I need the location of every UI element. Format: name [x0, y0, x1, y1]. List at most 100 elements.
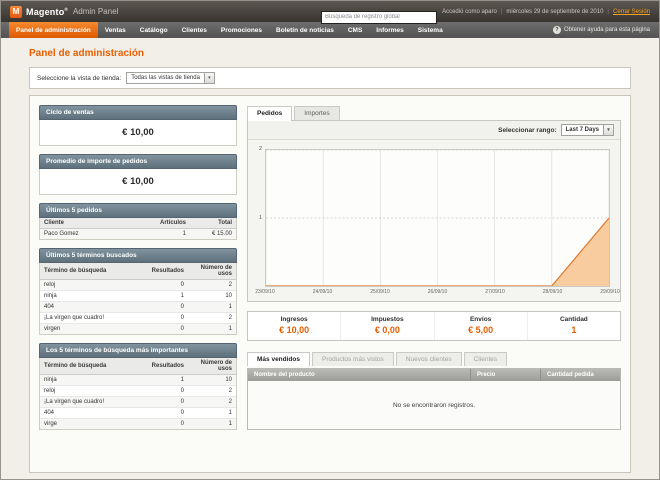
tab-label: Clientes — [474, 356, 497, 363]
logout-link[interactable]: Cerrar Sesión — [613, 9, 650, 15]
chart-y-labels: 12 — [252, 149, 265, 287]
store-view-value: Todas las vistas de tienda — [127, 75, 204, 81]
nav-item[interactable]: CMS — [341, 22, 369, 38]
stat-card: Cantidad 1 — [527, 312, 620, 340]
cell-results: 0 — [148, 419, 188, 430]
table-row[interactable]: Paco Gomez 1 € 15.00 — [40, 229, 236, 240]
chart-plot-wrap: 23/09/1024/09/1025/09/1026/09/1027/09/10… — [265, 149, 610, 298]
stat-card: Envíos € 5,00 — [434, 312, 527, 340]
help-icon: ? — [553, 26, 561, 34]
column-header-term: Término de búsqueda — [40, 358, 148, 375]
table-row[interactable]: 404 0 1 — [40, 408, 236, 419]
x-axis-label: 28/09/10 — [543, 289, 562, 295]
nav-item[interactable]: Informes — [369, 22, 410, 38]
cell-uses: 1 — [188, 302, 236, 313]
table-row[interactable]: virge 0 1 — [40, 419, 236, 430]
nav-item[interactable]: Panel de administración — [9, 22, 98, 38]
global-search-input[interactable] — [321, 11, 437, 24]
grid-tab[interactable]: Clientes — [464, 352, 507, 366]
stat-label: Cantidad — [528, 316, 620, 323]
help-link[interactable]: ? Obtener ayuda para esta página — [553, 22, 659, 38]
tab-label: Pedidos — [257, 110, 282, 117]
nav-item-label: CMS — [348, 27, 362, 34]
x-axis-label: 26/09/10 — [428, 289, 447, 295]
table-row[interactable]: 404 0 1 — [40, 302, 236, 313]
tab-label: Nuevos clientes — [406, 356, 452, 363]
nav-item[interactable]: Promociones — [214, 22, 269, 38]
cell-uses: 2 — [188, 386, 236, 397]
cell-results: 1 — [148, 291, 188, 302]
average-order-value: € 10,00 — [40, 169, 236, 194]
cell-total: € 15.00 — [190, 229, 236, 240]
orders-chart-panel: Seleccionar rango: Last 7 Days ▾ 12 23/0… — [247, 120, 621, 302]
sales-cycle-title: Ciclo de ventas — [39, 105, 237, 120]
grid-tab[interactable]: Más vendidos — [247, 352, 310, 366]
store-view-select[interactable]: Todas las vistas de tienda ▾ — [126, 72, 215, 84]
cell-results: 0 — [148, 324, 188, 335]
y-axis-label: 2 — [259, 146, 262, 152]
last-search-terms-box: Últimos 5 términos buscados Término de b… — [39, 248, 237, 335]
grid-tab[interactable]: Nuevos clientes — [396, 352, 462, 366]
nav-item[interactable]: Ventas — [98, 22, 133, 38]
range-label: Seleccionar rango: — [498, 127, 557, 134]
grid-tabs: Más vendidos Productos más vistos Nuevos… — [247, 352, 621, 366]
cell-uses: 1 — [188, 408, 236, 419]
table-row[interactable]: ninja 1 10 — [40, 375, 236, 386]
cell-uses: 10 — [188, 291, 236, 302]
last-orders-title: Últimos 5 pedidos — [39, 203, 237, 218]
grid-empty-message: No se encontraron registros. — [248, 381, 620, 429]
table-row[interactable]: reloj 0 2 — [40, 280, 236, 291]
column-header-results: Resultados — [148, 358, 188, 375]
cell-term: ninja — [40, 375, 148, 386]
table-row[interactable]: ¡La virgen que cuadro! 0 2 — [40, 397, 236, 408]
x-axis-label: 24/09/10 — [313, 289, 332, 295]
column-header-uses: Número de usos — [188, 263, 236, 280]
cell-results: 0 — [148, 302, 188, 313]
separator: | — [607, 9, 609, 15]
grid-column-product: Nombre del producto — [248, 369, 470, 381]
table-row[interactable]: ninja 1 10 — [40, 291, 236, 302]
dashboard-left-column: Ciclo de ventas € 10,00 Promedio de impo… — [39, 105, 237, 463]
x-axis-label: 29/09/10 — [600, 289, 619, 295]
cell-uses: 10 — [188, 375, 236, 386]
magento-logo: M Magento® Admin Panel — [10, 6, 118, 18]
chart-x-labels: 23/09/1024/09/1025/09/1026/09/1027/09/10… — [265, 289, 610, 298]
sales-cycle-box: Ciclo de ventas € 10,00 — [39, 105, 237, 146]
nav-item[interactable]: Boletín de noticias — [269, 22, 341, 38]
nav-item[interactable]: Sistema — [411, 22, 450, 38]
table-row[interactable]: ¡La virgen que cuadro! 0 2 — [40, 313, 236, 324]
column-header-total: Total — [190, 218, 236, 229]
current-date: miércoles 29 de septiembre de 2010 — [506, 9, 603, 15]
cell-results: 1 — [148, 375, 188, 386]
table-row[interactable]: virgen 0 1 — [40, 324, 236, 335]
table-row[interactable]: reloj 0 2 — [40, 386, 236, 397]
cell-items: 1 — [148, 229, 190, 240]
dashboard: Ciclo de ventas € 10,00 Promedio de impo… — [29, 95, 631, 473]
date-range-select[interactable]: Last 7 Days ▾ — [561, 124, 614, 136]
nav-item[interactable]: Clientes — [175, 22, 214, 38]
cell-results: 0 — [148, 397, 188, 408]
date-range-value: Last 7 Days — [562, 127, 603, 133]
cell-term: 404 — [40, 408, 148, 419]
nav-item-label: Ventas — [105, 27, 126, 34]
logged-in-as: Accedió como aparo — [442, 9, 497, 15]
cell-uses: 2 — [188, 280, 236, 291]
magento-admin-page: M Magento® Admin Panel Accedió como apar… — [0, 0, 660, 480]
grid-column-price: Precio — [470, 369, 540, 381]
column-header-term: Término de búsqueda — [40, 263, 148, 280]
y-axis-label: 1 — [259, 215, 262, 221]
magento-logo-icon: M — [10, 6, 22, 18]
nav-item-label: Boletín de noticias — [276, 27, 334, 34]
dashboard-tab[interactable]: Pedidos — [247, 106, 292, 121]
cell-term: ¡La virgen que cuadro! — [40, 397, 148, 408]
tab-label: Más vendidos — [257, 356, 300, 363]
global-search — [321, 5, 437, 24]
stat-value: € 5,00 — [435, 325, 527, 335]
column-header-uses: Número de usos — [188, 358, 236, 375]
grid-tab[interactable]: Productos más vistos — [312, 352, 394, 366]
dashboard-tab[interactable]: Importes — [294, 106, 339, 120]
cell-term: virgen — [40, 324, 148, 335]
column-header-customer: Cliente — [40, 218, 148, 229]
nav-item[interactable]: Catálogo — [133, 22, 175, 38]
average-order-box: Promedio de importe de pedidos € 10,00 — [39, 154, 237, 195]
